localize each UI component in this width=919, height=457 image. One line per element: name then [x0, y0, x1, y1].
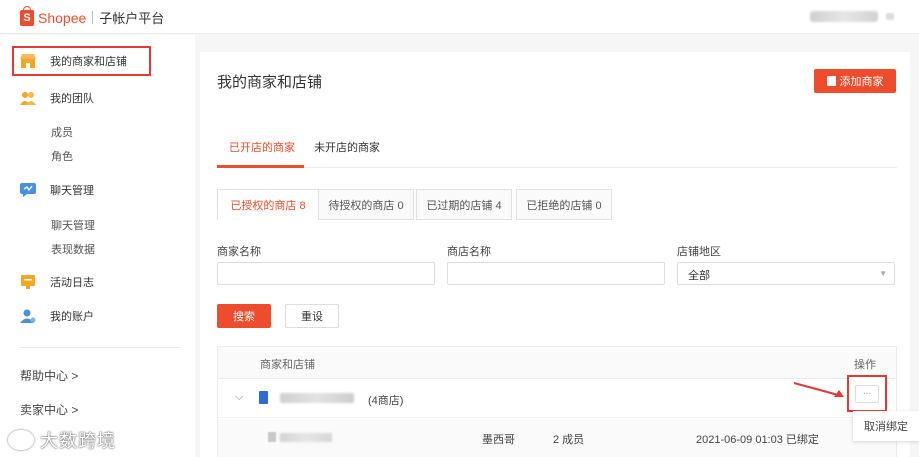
shop-bound-time: 2021-06-09 01:03 已绑定 — [696, 434, 819, 446]
subtab-expired-shops[interactable]: 已过期的店铺 4 — [416, 189, 512, 220]
sidebar-item-label: 我的商家和店铺 — [50, 56, 127, 68]
reset-button[interactable]: 重设 — [285, 304, 339, 328]
page-title: 我的商家和店铺 — [217, 74, 323, 91]
watermark-text: 大数跨境 — [40, 431, 116, 451]
shop-region: 墨西哥 — [482, 434, 515, 446]
account-name-blurred[interactable] — [810, 11, 878, 22]
more-actions-highlight: ... — [847, 375, 887, 412]
region-selected-value: 全部 — [688, 270, 710, 282]
watermark-logo-icon — [8, 430, 34, 450]
sidebar-item-my-account[interactable]: 我的账户 — [20, 306, 94, 326]
top-bar: S Shopee 子帐户平台 — [0, 0, 919, 34]
logo-divider — [92, 11, 94, 24]
sidebar-item-label: 聊天管理 — [50, 185, 94, 197]
brand-name: Shopee — [38, 9, 87, 26]
shop-members: 2 成员 — [553, 434, 585, 446]
chevron-down-icon: ▼ — [879, 269, 887, 278]
search-button[interactable]: 搜索 — [217, 304, 271, 328]
shop-name-input[interactable] — [447, 262, 665, 285]
sidebar: 我的商家和店铺 我的团队 成员 角色 聊天管理 聊天管理 表现数据 活动日志 我… — [0, 35, 195, 457]
merchant-name-blurred — [280, 393, 354, 403]
merchant-name-label: 商家名称 — [217, 246, 261, 258]
column-merchant-and-shop: 商家和店铺 — [260, 359, 315, 371]
tab-opened-merchants[interactable]: 已开店的商家 — [229, 139, 295, 155]
shop-icon — [268, 432, 276, 442]
subtab-authorized-shops[interactable]: 已授权的商店 8 — [217, 189, 319, 220]
sidebar-item-activity-log[interactable]: 活动日志 — [20, 272, 94, 292]
sidebar-subitem-roles[interactable]: 角色 — [51, 148, 73, 164]
shop-icon — [259, 391, 268, 404]
annotation-arrow-icon — [793, 382, 844, 397]
shopee-logo[interactable]: S Shopee 子帐户平台 — [20, 5, 165, 27]
watermark: 大数跨境 — [8, 427, 116, 453]
sidebar-item-my-merchants[interactable]: 我的商家和店铺 — [20, 51, 127, 71]
sidebar-item-label: 我的团队 — [50, 93, 94, 105]
log-icon — [21, 275, 35, 289]
merchant-name-input[interactable] — [217, 262, 435, 285]
add-merchant-label: 添加商家 — [839, 76, 884, 88]
chat-icon — [20, 183, 36, 197]
shop-name-blurred — [280, 433, 332, 442]
seller-center-link[interactable]: 卖家中心 > — [20, 401, 78, 418]
account-dropdown-icon[interactable] — [886, 13, 894, 20]
sidebar-subitem-performance[interactable]: 表现数据 — [51, 241, 95, 257]
active-tab-indicator — [217, 165, 304, 168]
subtab-rejected-shops[interactable]: 已拒绝的店铺 0 — [516, 189, 612, 220]
shop-name-label: 商店名称 — [447, 246, 491, 258]
merchant-tabs: 已开店的商家 未开店的商家 — [217, 132, 897, 168]
sidebar-item-my-team[interactable]: 我的团队 — [20, 88, 94, 108]
table-header: 商家和店铺 操作 — [218, 347, 896, 379]
sidebar-subitem-chat-management[interactable]: 聊天管理 — [51, 217, 95, 233]
shop-region-select[interactable]: 全部 ▼ — [677, 262, 895, 285]
sidebar-divider — [20, 347, 180, 348]
sidebar-subitem-members[interactable]: 成员 — [51, 124, 73, 140]
tab-unopened-merchants[interactable]: 未开店的商家 — [314, 139, 380, 155]
add-merchant-button[interactable]: 添加商家 — [814, 69, 896, 93]
help-center-link[interactable]: 帮助中心 > — [20, 367, 78, 384]
merchant-table: 商家和店铺 操作 ⌵ (4商店) 墨西哥 2 成员 2021-06-09 01:… — [217, 346, 897, 457]
unbind-menu-item[interactable]: 取消绑定 — [853, 411, 919, 441]
platform-subtitle: 子帐户平台 — [99, 11, 165, 26]
account-icon — [20, 309, 36, 323]
sidebar-item-chat-management[interactable]: 聊天管理 — [20, 180, 94, 200]
more-actions-button[interactable]: ... — [855, 384, 879, 403]
sidebar-item-label: 我的账户 — [50, 311, 94, 323]
team-icon — [20, 92, 36, 105]
shopee-bag-icon: S — [20, 5, 34, 26]
shop-count: (4商店) — [368, 395, 404, 407]
column-actions: 操作 — [854, 359, 876, 371]
table-subrow: 墨西哥 2 成员 2021-06-09 01:03 已绑定 — [218, 419, 896, 457]
sidebar-item-label: 活动日志 — [50, 277, 94, 289]
store-icon — [20, 54, 36, 68]
add-merchant-icon — [826, 76, 836, 86]
shop-region-label: 店铺地区 — [677, 246, 721, 258]
subtab-pending-shops[interactable]: 待授权的商店 0 — [318, 189, 414, 220]
expand-chevron-icon[interactable]: ⌵ — [235, 391, 243, 404]
